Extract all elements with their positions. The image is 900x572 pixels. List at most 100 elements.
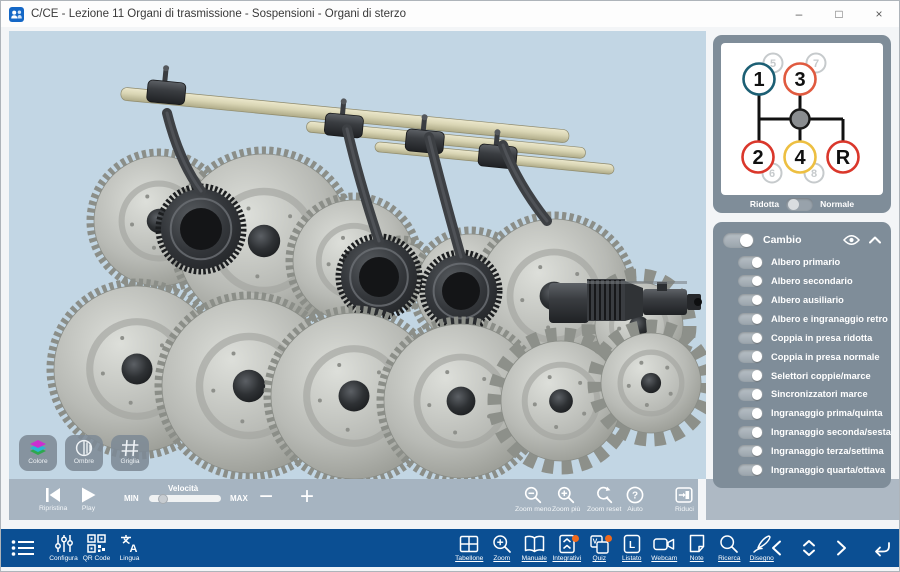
layer-toggle-row: Ingranaggio prima/quinta [738,407,883,420]
gear-3-circle[interactable]: 3 [785,64,816,95]
layer-label: Albero primario [771,257,840,267]
return-button[interactable] [871,538,891,558]
toggle-switch[interactable] [738,426,763,439]
svg-text:2: 2 [752,147,763,169]
book-icon [524,534,545,554]
colore-label: Colore [28,458,47,465]
3d-viewport[interactable]: Colore Ombre Griglia [9,31,706,479]
app-logo-icon [9,7,24,22]
svg-text:6: 6 [769,168,775,180]
svg-text:A: A [129,543,137,553]
aiuto-button[interactable]: ? Aiuto [626,486,644,513]
svg-text:1: 1 [753,69,764,91]
toggle-switch[interactable] [738,275,763,288]
toggle-knob [740,234,753,247]
next-button[interactable] [832,538,852,558]
toggle-switch[interactable] [738,445,763,458]
close-button[interactable]: × [859,1,899,27]
zoom-reset-button[interactable]: Zoom reset [587,486,621,513]
toolbar-center-group: Tabellone Zoom Manuale [453,529,778,567]
layer-label: Ingranaggio prima/quinta [771,408,883,418]
toggle-knob [752,427,763,438]
maximize-button[interactable]: □ [819,1,859,27]
configura-button[interactable]: Configura [47,534,80,562]
ridotta-label: Ridotta [750,199,779,209]
view-option-buttons: Colore Ombre Griglia [19,435,149,471]
toggle-switch[interactable] [738,256,763,269]
tabellone-button[interactable]: Tabellone [453,534,486,563]
chevrons-up-down-icon [801,539,817,557]
griglia-button[interactable]: Griglia [111,435,149,471]
notification-badge [605,535,612,542]
lingua-button[interactable]: A Lingua [113,534,146,562]
slider-knob[interactable] [158,494,168,504]
layers-color-icon [28,439,48,457]
webcam-button[interactable]: Webcam [648,534,681,563]
toggle-switch[interactable] [738,407,763,420]
shift-pattern-diagram: 5 7 6 8 1 [721,43,883,195]
layer-toggle-row: Ingranaggio quarta/ottava [738,464,883,477]
toggle-switch[interactable] [738,313,763,326]
listato-button[interactable]: L Listato [616,534,649,563]
minimize-button[interactable]: – [779,1,819,27]
colore-button[interactable]: Colore [19,435,57,471]
layer-toggle-row: Selettori coppie/marce [738,369,883,382]
toggle-switch[interactable] [738,369,763,382]
riduci-button[interactable]: Riduci [675,486,694,513]
layer-label: Coppia in presa normale [771,352,880,362]
window-controls: – □ × [779,1,899,27]
zoom-in-icon [557,486,575,504]
toggle-switch[interactable] [738,332,763,345]
zoom-in-button[interactable]: Zoom più [552,486,580,513]
layer-label: Albero e ingranaggio retro [771,314,888,324]
chevron-up-icon[interactable] [869,236,881,244]
speed-slider[interactable] [149,495,221,502]
svg-text:8: 8 [811,168,817,180]
previous-button[interactable] [766,538,786,558]
cambio-toggle[interactable] [723,233,754,248]
toggle-switch[interactable] [738,350,763,363]
gear-r-circle[interactable]: R [828,142,859,173]
note-button[interactable]: Note [681,534,714,563]
ricerca-button[interactable]: Ricerca [713,534,746,563]
layer-label: Ingranaggio seconda/sesta [771,427,891,437]
layer-toggle-row: Coppia in presa normale [738,350,883,363]
mode-row: Ridotta Normale [721,195,883,213]
manuale-button[interactable]: Manuale [518,534,551,563]
notification-badge [572,535,579,542]
note-icon [687,534,707,554]
ombre-button[interactable]: Ombre [65,435,103,471]
toggle-knob [788,199,799,210]
toggle-switch[interactable] [738,464,763,477]
qr-code-button[interactable]: QR Code [80,534,113,562]
play-button[interactable]: Play [81,487,96,512]
gearbox-3d-model [9,31,706,479]
plus-button[interactable]: + [300,488,314,506]
gear-4-circle[interactable]: 4 [785,142,816,173]
toggle-switch[interactable] [738,294,763,307]
shift-pattern-panel: 5 7 6 8 1 [713,35,891,213]
minus-button[interactable]: − [259,488,273,506]
gear-2-circle[interactable]: 2 [743,142,774,173]
chevron-left-icon [770,540,782,556]
quiz-button[interactable]: V Quiz [583,534,616,563]
menu-list-icon[interactable] [11,538,35,558]
window-title: C/CE - Lezione 11 Organi di trasmissione… [31,8,406,20]
ridotta-normale-toggle[interactable] [786,198,813,211]
layer-label: Sincronizzatori marce [771,389,868,399]
eye-icon[interactable] [843,234,860,246]
zoom-tool-button[interactable]: Zoom [486,534,519,563]
toolbar-left-group: Configura QR Code A Li [11,529,146,567]
toggle-switch[interactable] [738,388,763,401]
zoom-out-button[interactable]: Zoom meno [515,486,551,513]
expand-collapse-button[interactable] [799,538,819,558]
integrativi-button[interactable]: Integrativi [551,534,584,563]
gear-1-circle[interactable]: 1 [744,64,775,95]
zoom-in-icon [492,534,512,554]
search-icon [719,534,739,554]
layer-toggle-row: Albero ausiliario [738,294,883,307]
svg-text:?: ? [632,491,638,502]
toggle-knob [752,257,763,268]
layer-toggle-row: Albero secondario [738,275,883,288]
ripristina-button[interactable]: Ripristina [39,487,67,512]
